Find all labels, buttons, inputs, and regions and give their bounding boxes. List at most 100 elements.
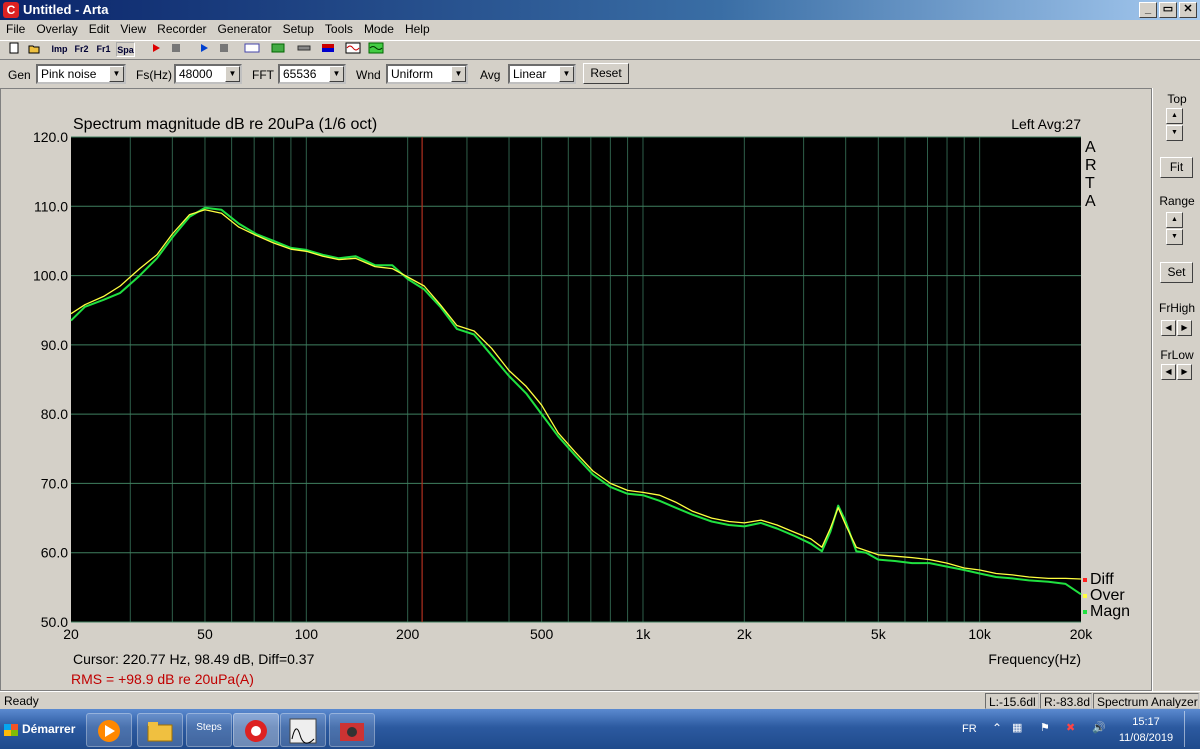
avg-select[interactable]: Linear ▼	[508, 64, 576, 84]
action-center-icon[interactable]: ⚑	[1040, 721, 1050, 734]
generator-bar: Gen Pink noise ▼ Fs(Hz) 48000 ▼ FFT 65536 ▼…	[0, 59, 1200, 87]
frhigh-label: FrHigh	[1158, 301, 1195, 315]
status-right-level: R:-83.8d	[1040, 693, 1092, 709]
chevron-up-icon[interactable]: ⌃	[992, 721, 1002, 735]
arta-app-icon: C	[3, 2, 19, 18]
arta-taskbar-icon[interactable]	[233, 713, 279, 747]
top-down-button[interactable]: ▼	[1166, 125, 1183, 141]
menu-bar: File Overlay Edit View Recorder Generator Setu…	[0, 20, 1200, 39]
menu-help[interactable]: Help	[399, 20, 435, 36]
start-button[interactable]: Démarrer	[0, 713, 82, 745]
spa-icon[interactable]: Spa	[116, 42, 135, 57]
minimize-button[interactable]: _	[1139, 2, 1157, 18]
fft-select[interactable]: 65536 ▼	[278, 64, 346, 84]
gen-select[interactable]: Pink noise ▼	[36, 64, 126, 84]
top-label: Top	[1167, 92, 1187, 106]
range-down-button[interactable]: ▼	[1166, 229, 1183, 245]
wnd-value: Uniform	[391, 67, 434, 81]
frhigh-right-button[interactable]: ▶	[1177, 320, 1192, 336]
steps-label: Steps	[196, 722, 222, 733]
spectrum-chart[interactable]: 50.060.070.080.090.0100.0110.0120.020 50 1…	[1, 89, 1151, 690]
legend-label-magn: Magn	[1090, 603, 1130, 620]
rec-icon[interactable]	[242, 42, 261, 57]
fr1-icon[interactable]: Fr1	[94, 42, 113, 57]
clock-date: 11/08/2019	[1118, 732, 1174, 744]
fs-select[interactable]: 48000 ▼	[174, 64, 242, 84]
plot-panel: 50.0 60.0 70.0 80.0 90.0 100.0 110.0 120.0 20 50 1…	[0, 88, 1152, 691]
language-indicator[interactable]: FR	[962, 723, 977, 735]
restore-button[interactable]: ▭	[1159, 2, 1177, 18]
frhigh-controls: ◀ ▶	[1153, 320, 1200, 336]
legend-marker-magn	[1083, 610, 1087, 614]
top-up-button[interactable]: ▲	[1166, 108, 1183, 124]
menu-generator[interactable]: Generator	[212, 20, 277, 36]
channel-info: Left Avg:27	[1011, 116, 1081, 132]
close-button[interactable]: ✕	[1179, 2, 1197, 18]
show-desktop-button[interactable]	[1184, 711, 1198, 747]
fft-label: FFT	[252, 68, 274, 82]
wave-icon[interactable]	[343, 42, 362, 57]
legend-marker-diff	[1083, 578, 1087, 582]
record-icon[interactable]	[146, 42, 165, 57]
pink-icon[interactable]	[366, 42, 385, 57]
network-error-icon[interactable]: ✖	[1066, 721, 1075, 734]
frlow-controls: ◀ ▶	[1153, 364, 1200, 380]
network-icon[interactable]: ▦	[1012, 721, 1022, 734]
menu-file[interactable]: File	[0, 20, 30, 36]
brand-letter: T	[1085, 175, 1095, 192]
measure-icon[interactable]	[268, 42, 287, 57]
range-up-button[interactable]: ▲	[1166, 212, 1183, 228]
imp-icon[interactable]: Imp	[50, 42, 69, 57]
explorer-icon[interactable]	[137, 713, 183, 747]
fit-button[interactable]: Fit	[1160, 157, 1193, 178]
frhigh-left-button[interactable]: ◀	[1161, 320, 1176, 336]
play-icon[interactable]	[194, 42, 213, 57]
chevron-down-icon: ▼	[329, 66, 344, 82]
x-tick-label: 200	[396, 626, 420, 642]
menu-mode[interactable]: Mode	[358, 20, 399, 36]
gen-value: Pink noise	[41, 67, 97, 81]
brand-letter: A	[1085, 193, 1096, 210]
x-tick-label: 2k	[737, 626, 753, 642]
x-tick-label: 20	[63, 626, 79, 642]
cursor-readout: Cursor: 220.77 Hz, 98.49 dB, Diff=0.37	[73, 651, 315, 667]
wnd-select[interactable]: Uniform ▼	[386, 64, 468, 84]
fr2-icon[interactable]: Fr2	[72, 42, 91, 57]
frlow-left-button[interactable]: ◀	[1161, 364, 1176, 380]
brand-letter: A	[1085, 139, 1096, 156]
y-tick-label: 70.0	[41, 475, 68, 491]
level-icon[interactable]	[294, 42, 313, 57]
legend-label-over: Over	[1090, 587, 1125, 604]
menu-edit[interactable]: Edit	[83, 20, 115, 36]
steps-app[interactable]: Steps	[186, 713, 232, 747]
y-tick-label: 80.0	[41, 406, 68, 422]
legend-label-diff: Diff	[1090, 571, 1114, 588]
frlow-right-button[interactable]: ▶	[1177, 364, 1192, 380]
x-tick-label: 10k	[968, 626, 992, 642]
gen-label: Gen	[8, 68, 31, 82]
menu-setup[interactable]: Setup	[277, 20, 319, 36]
chart-title: Spectrum magnitude dB re 20uPa (1/6 oct)	[73, 116, 377, 133]
title-bar: C Untitled - Arta _ ▭ ✕	[0, 0, 1200, 20]
window-title: Untitled - Arta	[23, 2, 109, 17]
menu-recorder[interactable]: Recorder	[151, 20, 211, 36]
volume-icon[interactable]: 🔊	[1092, 721, 1106, 734]
menu-view[interactable]: View	[114, 20, 151, 36]
x-tick-label: 5k	[871, 626, 887, 642]
y-tick-label: 120.0	[33, 129, 68, 145]
toolbar: Imp Fr2 Fr1 Spa	[0, 40, 1200, 58]
open-icon[interactable]	[24, 42, 43, 57]
reset-button[interactable]: Reset	[583, 63, 629, 84]
stop-play-icon[interactable]	[214, 42, 233, 57]
media-player-icon[interactable]	[86, 713, 132, 747]
color-icon[interactable]	[318, 42, 337, 57]
status-left-level: L:-15.6dl	[985, 693, 1039, 709]
camera-app-icon[interactable]	[329, 713, 375, 747]
analyzer-app-icon[interactable]	[280, 713, 326, 747]
menu-overlay[interactable]: Overlay	[30, 20, 82, 36]
set-button[interactable]: Set	[1160, 262, 1193, 283]
x-tick-label: 500	[530, 626, 554, 642]
stop-icon[interactable]	[166, 42, 185, 57]
menu-tools[interactable]: Tools	[319, 20, 358, 36]
new-icon[interactable]	[4, 42, 23, 57]
